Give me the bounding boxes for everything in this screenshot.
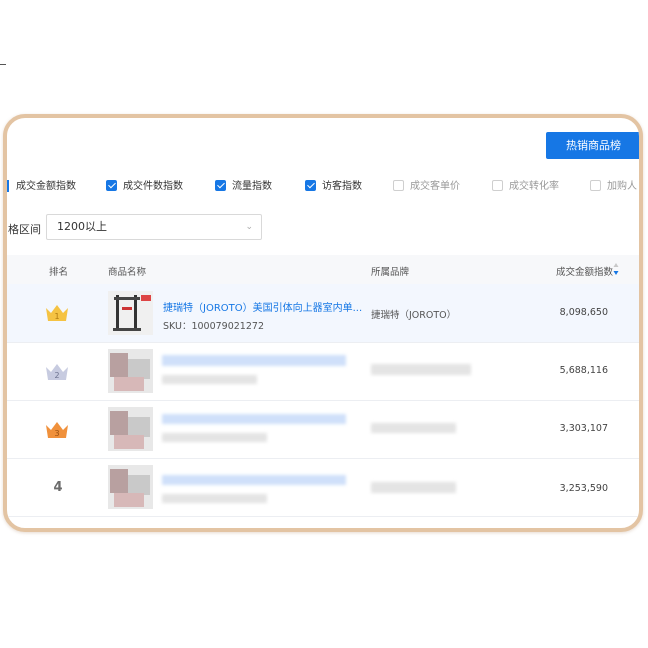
checkbox[interactable] [305,179,316,191]
blurred-title [162,355,346,366]
price-range-value: 1200以上 [57,220,107,233]
product-brand: 捷瑞特（JOROTO） [371,310,457,321]
product-thumbnail[interactable] [108,349,153,393]
amount-value: 3,253,590 [559,483,608,494]
checkbox[interactable] [393,179,404,191]
metric-label: 访客指数 [322,181,362,192]
price-range-label: 格区间 [8,223,41,236]
blurred-sku [162,375,257,384]
blurred-title [162,475,346,485]
metric-amount-index[interactable]: 成交金额指数 [16,180,76,194]
product-title-link[interactable]: 捷瑞特（JOROTO）美国引体向上器室内单... [163,299,363,314]
crown-silver-icon: 2 [46,364,68,380]
crown-gold-icon: 1 [46,305,68,321]
metric-accent-bar [7,180,9,192]
metric-label: 流量指数 [232,181,272,192]
chevron-down-icon: ⌄ [245,222,253,232]
blurred-sku [162,433,267,442]
blurred-sku [162,494,267,503]
header-brand: 所属品牌 [371,267,410,278]
metric-conversion[interactable]: 成交转化率 [492,179,559,194]
metric-label: 成交金额指数 [16,181,76,192]
crown-bronze-icon: 3 [46,422,68,438]
metric-add-cart[interactable]: 加购人 [590,179,637,194]
metric-label: 成交转化率 [509,181,559,192]
product-sku: SKU：100079021272 [163,321,264,332]
checkbox[interactable] [590,179,601,191]
price-range-select[interactable]: 1200以上 ⌄ [46,214,262,240]
sort-icon[interactable] [613,262,619,276]
rank-number: 4 [53,480,63,495]
blurred-brand [371,364,471,375]
checkbox[interactable] [106,179,117,191]
svg-text:3: 3 [54,429,59,438]
product-thumbnail[interactable] [108,291,153,335]
metric-visitor-index[interactable]: 访客指数 [305,179,362,194]
header-product: 商品名称 [108,267,147,278]
checkbox[interactable] [215,179,226,191]
blurred-title [162,414,346,424]
checkbox[interactable] [492,179,503,191]
product-thumbnail[interactable] [108,407,153,451]
metric-avg-order[interactable]: 成交客单价 [393,179,460,194]
metric-label: 成交客单价 [410,181,460,192]
blurred-brand [371,423,456,433]
header-rank: 排名 [49,267,69,278]
metric-traffic-index[interactable]: 流量指数 [215,179,272,194]
metric-quantity-index[interactable]: 成交件数指数 [106,179,183,194]
table-header [7,255,639,284]
amount-value: 5,688,116 [559,365,608,376]
svg-text:2: 2 [54,371,59,380]
hot-products-button[interactable]: 热销商品榜 [546,132,639,159]
blurred-brand [371,482,456,493]
header-amount[interactable]: 成交金额指数 [556,264,613,278]
corner-mark [0,64,6,65]
product-thumbnail[interactable] [108,465,153,509]
amount-value: 8,098,650 [559,307,608,318]
svg-text:1: 1 [54,312,59,321]
screenshot-frame: 热销商品榜 成交金额指数 成交件数指数 流量指数 访客指数 成交客单价 成交转化… [3,114,643,532]
amount-value: 3,303,107 [559,423,608,434]
metric-label: 成交件数指数 [123,181,183,192]
metric-label: 加购人 [607,181,637,192]
